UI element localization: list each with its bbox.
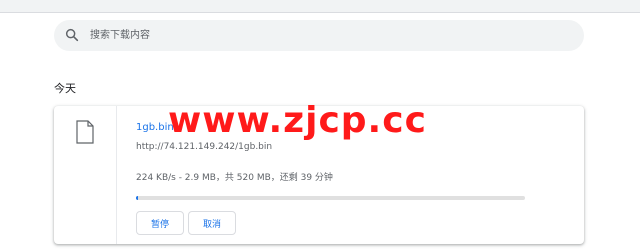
search-input[interactable] (90, 20, 570, 51)
download-progress-bar (136, 196, 525, 200)
file-icon (76, 120, 94, 144)
watermark-text: www.zjcp.cc (168, 100, 427, 141)
section-title-today: 今天 (54, 82, 76, 95)
file-icon-column (54, 106, 117, 244)
download-progress-text: 224 KB/s - 2.9 MB，共 520 MB，还剩 39 分钟 (136, 173, 333, 183)
top-bar (0, 0, 640, 13)
cancel-button[interactable]: 取消 (188, 211, 236, 235)
search-icon (65, 28, 79, 42)
search-bar[interactable] (54, 20, 584, 51)
pause-button[interactable]: 暂停 (136, 211, 184, 235)
file-url[interactable]: http://74.121.149.242/1gb.bin (136, 142, 272, 152)
download-progress-fill (136, 196, 139, 200)
